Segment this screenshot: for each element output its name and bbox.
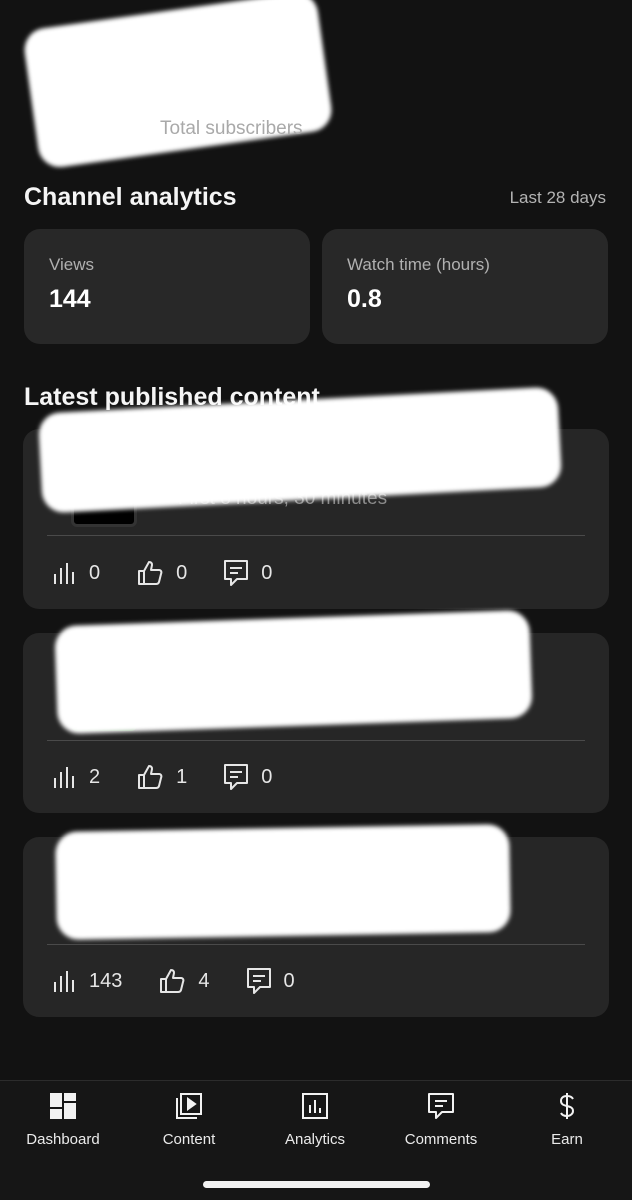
likes-metric: 1 [136,763,187,791]
redacted-channel-header [21,0,335,170]
nav-label: Content [162,1131,216,1148]
home-indicator[interactable] [203,1181,430,1188]
video-metrics: 0 0 0 [51,559,308,587]
date-range-label[interactable]: Last 28 days [510,188,606,208]
comments-count: 0 [261,561,273,584]
likes-metric: 0 [136,559,187,587]
bar-chart-icon [54,767,74,788]
nav-dashboard[interactable]: Dashboard [0,1091,126,1148]
comments-metric: 0 [223,763,272,791]
content-icon [176,1093,202,1119]
views-value: 144 [49,285,91,313]
likes-count: 1 [176,765,188,788]
views-count: 2 [89,765,101,788]
nav-analytics[interactable]: Analytics [252,1091,378,1148]
card-divider [47,535,585,536]
views-metric: 143 [51,968,122,994]
redacted-video-title [55,824,511,940]
comments-icon [428,1093,454,1119]
comments-count: 0 [283,969,295,992]
redacted-video-title [54,609,533,735]
nav-comments[interactable]: Comments [378,1091,504,1148]
comment-icon [224,560,249,586]
comments-metric: 0 [223,559,272,587]
card-divider [47,740,585,741]
likes-count: 0 [176,561,188,584]
channel-analytics-title: Channel analytics [24,183,237,211]
views-metric: 0 [51,560,100,586]
analytics-icon [302,1093,328,1119]
likes-metric: 4 [158,967,210,995]
comments-metric: 0 [246,967,295,995]
watch-time-value: 0.8 [347,285,382,313]
watch-time-card[interactable]: Watch time (hours) 0.8 [322,229,608,344]
bar-chart-icon [54,563,74,584]
nav-content[interactable]: Content [126,1091,252,1148]
thumbs-up-icon [160,969,185,993]
watch-time-label: Watch time (hours) [347,255,490,274]
comment-icon [246,968,271,994]
likes-count: 4 [198,969,210,992]
nav-label: Earn [551,1131,583,1148]
dollar-icon [559,1093,575,1119]
nav-label: Comments [404,1131,478,1148]
comments-count: 0 [261,765,273,788]
views-card[interactable]: Views 144 [24,229,310,344]
views-count: 0 [89,561,101,584]
views-metric: 2 [51,764,100,790]
video-metrics: 2 1 0 [51,763,308,791]
comment-icon [224,764,249,790]
card-divider [47,944,585,945]
bar-chart-icon [54,971,74,992]
nav-label: Dashboard [26,1131,100,1148]
views-label: Views [49,255,95,274]
nav-label: Analytics [284,1131,346,1148]
views-count: 143 [89,969,123,992]
subscribers-label: Total subscribers [160,118,303,139]
nav-earn[interactable]: Earn [504,1091,630,1148]
dashboard-icon [50,1093,76,1119]
video-metrics: 143 4 0 [51,967,331,995]
thumbs-up-icon [138,765,163,789]
thumbs-up-icon [138,561,163,585]
